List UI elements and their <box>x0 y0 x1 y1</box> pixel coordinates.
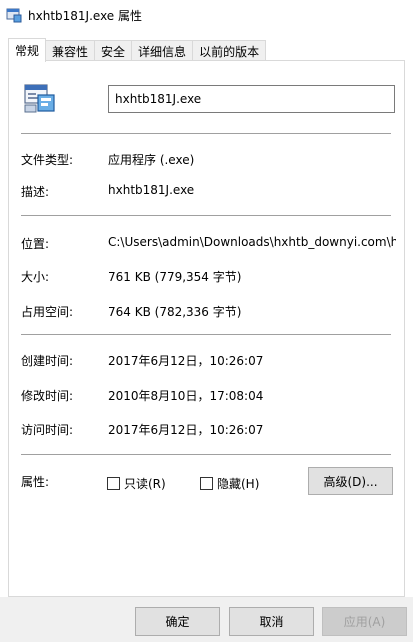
tab-previous-versions[interactable]: 以前的版本 <box>192 40 267 61</box>
attributes-label: 属性: <box>21 475 50 489</box>
file-type-value: 应用程序 (.exe) <box>108 153 195 167</box>
tab-general[interactable]: 常规 <box>8 38 47 62</box>
description-label: 描述: <box>21 185 50 199</box>
hidden-checkbox-box[interactable] <box>200 477 213 490</box>
accessed-label: 访问时间: <box>21 423 74 437</box>
created-value: 2017年6月12日，10:26:07 <box>108 354 264 368</box>
location-label: 位置: <box>21 237 50 251</box>
apply-button[interactable]: 应用(A) <box>322 607 407 636</box>
size-value: 761 KB (779,354 字节) <box>108 270 242 284</box>
location-value: C:\Users\admin\Downloads\hxhtb_downyi.co… <box>108 235 396 249</box>
advanced-button[interactable]: 高级(D)... <box>308 467 393 495</box>
hidden-checkbox-label: 隐藏(H) <box>217 477 260 491</box>
dialog-footer: 确定 取消 应用(A) <box>0 597 413 642</box>
modified-label: 修改时间: <box>21 389 74 403</box>
separator <box>21 133 391 134</box>
modified-value: 2010年8月10日，17:08:04 <box>108 389 264 403</box>
description-value: hxhtb181J.exe <box>108 183 195 197</box>
file-name-input[interactable] <box>108 85 395 113</box>
hidden-checkbox[interactable]: 隐藏(H) <box>200 475 259 492</box>
ok-button[interactable]: 确定 <box>135 607 220 636</box>
readonly-checkbox-label: 只读(R) <box>124 477 166 491</box>
tab-security[interactable]: 安全 <box>94 40 133 61</box>
separator <box>21 334 391 335</box>
readonly-checkbox[interactable]: 只读(R) <box>107 475 166 492</box>
readonly-checkbox-box[interactable] <box>107 477 120 490</box>
cancel-button[interactable]: 取消 <box>229 607 314 636</box>
file-type-label: 文件类型: <box>21 153 74 167</box>
tab-strip: 常规 兼容性 安全 详细信息 以前的版本 <box>8 38 267 62</box>
exe-file-icon <box>23 81 57 115</box>
tab-details[interactable]: 详细信息 <box>131 40 194 61</box>
window-title: hxhtb181J.exe 属性 <box>28 8 142 23</box>
title-bar: hxhtb181J.exe 属性 <box>0 0 413 30</box>
separator <box>21 215 391 216</box>
accessed-value: 2017年6月12日，10:26:07 <box>108 423 264 437</box>
size-on-disk-value: 764 KB (782,336 字节) <box>108 305 242 319</box>
size-label: 大小: <box>21 270 50 284</box>
separator <box>21 454 391 455</box>
created-label: 创建时间: <box>21 354 74 368</box>
size-on-disk-label: 占用空间: <box>21 305 74 319</box>
general-panel: 文件类型: 应用程序 (.exe) 描述: hxhtb181J.exe 位置: … <box>8 60 405 597</box>
application-icon <box>6 7 22 23</box>
tab-compatibility[interactable]: 兼容性 <box>45 40 96 61</box>
